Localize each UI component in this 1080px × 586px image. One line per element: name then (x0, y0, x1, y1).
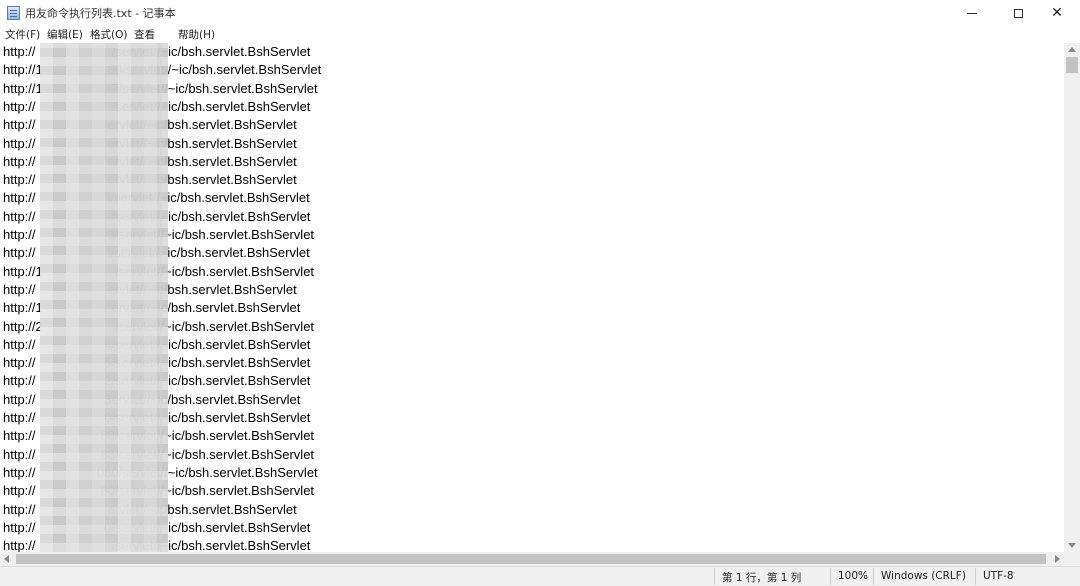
zoom-level: 100% (838, 570, 869, 582)
scroll-up-icon[interactable] (1068, 47, 1076, 52)
menu-edit[interactable]: 编辑(E) (47, 27, 83, 42)
text-editor[interactable]: http:// /servlet//~ic/bsh.servlet.BshSer… (0, 43, 1064, 552)
notepad-icon (7, 6, 20, 20)
line-ending: Windows (CRLF) (881, 570, 966, 582)
close-button[interactable]: ✕ (1034, 0, 1080, 26)
menu-bar: 文件(F) 编辑(E) 格式(O) 查看 帮助(H) (0, 26, 1080, 43)
status-bar: 第 1 行，第 1 列 100% Windows (CRLF) UTF-8 (0, 566, 1080, 586)
status-divider (714, 568, 715, 585)
menu-format[interactable]: 格式(O) (90, 27, 127, 42)
horizontal-scrollbar[interactable] (0, 552, 1064, 566)
vertical-scrollbar[interactable] (1064, 43, 1080, 552)
menu-file[interactable]: 文件(F) (5, 27, 40, 42)
horizontal-scroll-thumb[interactable] (16, 554, 1046, 564)
scroll-left-icon[interactable] (4, 555, 9, 563)
pixelated-redaction-overlay (66, 43, 162, 552)
encoding: UTF-8 (983, 570, 1014, 582)
scroll-right-icon[interactable] (1055, 555, 1060, 563)
maximize-icon (1013, 8, 1023, 18)
cursor-position: 第 1 行，第 1 列 (722, 572, 802, 584)
title-bar[interactable]: 用友命令执行列表.txt - 记事本 ✕ (0, 0, 1080, 26)
status-divider (830, 568, 831, 585)
minimize-icon (967, 12, 977, 14)
minimize-button[interactable] (949, 0, 995, 26)
close-icon: ✕ (1051, 5, 1063, 21)
window-title: 用友命令执行列表.txt - 记事本 (25, 7, 176, 20)
status-divider (975, 568, 976, 585)
status-divider (873, 568, 874, 585)
vertical-scroll-thumb[interactable] (1066, 57, 1078, 73)
scroll-down-icon[interactable] (1068, 543, 1076, 548)
scrollbar-corner (1064, 552, 1080, 566)
menu-view[interactable]: 查看 (134, 27, 155, 42)
menu-help[interactable]: 帮助(H) (178, 27, 215, 42)
